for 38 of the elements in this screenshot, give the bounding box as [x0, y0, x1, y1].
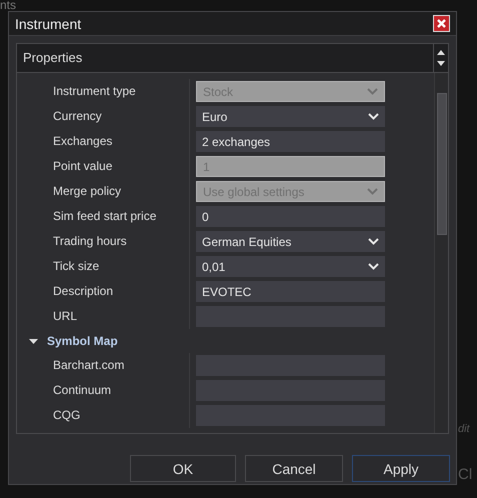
input-field[interactable]: 2 exchanges	[196, 131, 385, 152]
close-icon[interactable]	[433, 15, 450, 32]
field-label: Tick size	[17, 254, 190, 279]
section-title: Symbol Map	[47, 334, 118, 348]
chevron-down-icon	[367, 188, 378, 195]
field-label: Trading hours	[17, 229, 190, 254]
dialog-button[interactable]: OK	[130, 455, 236, 482]
field-label: URL	[17, 304, 190, 329]
chevron-down-icon	[368, 238, 379, 245]
field-label: Currency	[17, 104, 190, 129]
field-label: Barchart.com	[17, 353, 190, 378]
dropdown[interactable]: Euro	[196, 106, 385, 127]
dropdown[interactable]: German Equities	[196, 231, 385, 252]
field-label: Instrument type	[17, 79, 190, 104]
background-text: dit	[458, 423, 470, 435]
scrollbar[interactable]	[434, 73, 448, 433]
dialog-button[interactable]: Cancel	[245, 455, 343, 482]
chevron-down-icon	[368, 263, 379, 270]
dropdown[interactable]: 0,01	[196, 256, 385, 277]
input-field[interactable]: 0	[196, 206, 385, 227]
input-field[interactable]: EVOTEC	[196, 281, 385, 302]
background-text: nts	[0, 0, 16, 11]
field-label: Sim feed start price	[17, 204, 190, 229]
scroll-up-icon[interactable]	[437, 50, 445, 55]
triangle-down-icon[interactable]	[29, 336, 38, 346]
field-label: Merge policy	[17, 179, 190, 204]
dialog-button[interactable]: Apply	[352, 455, 450, 482]
field-label: Continuum	[17, 378, 190, 403]
panel-title: Properties	[22, 49, 84, 67]
field-label: Description	[17, 279, 190, 304]
chevron-down-icon	[368, 113, 379, 120]
scroll-down-icon[interactable]	[437, 61, 445, 66]
field-label: Point value	[17, 154, 190, 179]
background-text: Cl	[458, 466, 472, 483]
field-label: CQG	[17, 403, 190, 428]
window-title: Instrument	[15, 16, 82, 32]
field-label: Exchanges	[17, 129, 190, 154]
chevron-down-icon	[367, 88, 378, 95]
